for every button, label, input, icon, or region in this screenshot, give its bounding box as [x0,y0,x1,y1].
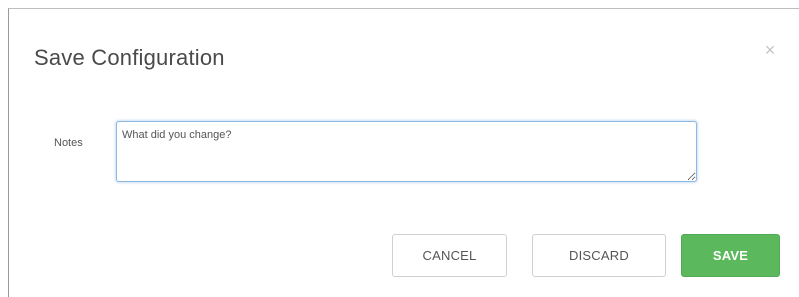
cancel-button[interactable]: CANCEL [392,234,507,277]
save-configuration-dialog: Save Configuration × Notes CANCEL DISCAR… [8,8,799,297]
dialog-title: Save Configuration [34,45,225,70]
discard-button[interactable]: DISCARD [532,234,666,277]
notes-textarea[interactable] [116,121,697,182]
save-button[interactable]: SAVE [681,234,780,277]
close-icon[interactable]: × [762,41,778,59]
notes-label: Notes [54,137,83,149]
